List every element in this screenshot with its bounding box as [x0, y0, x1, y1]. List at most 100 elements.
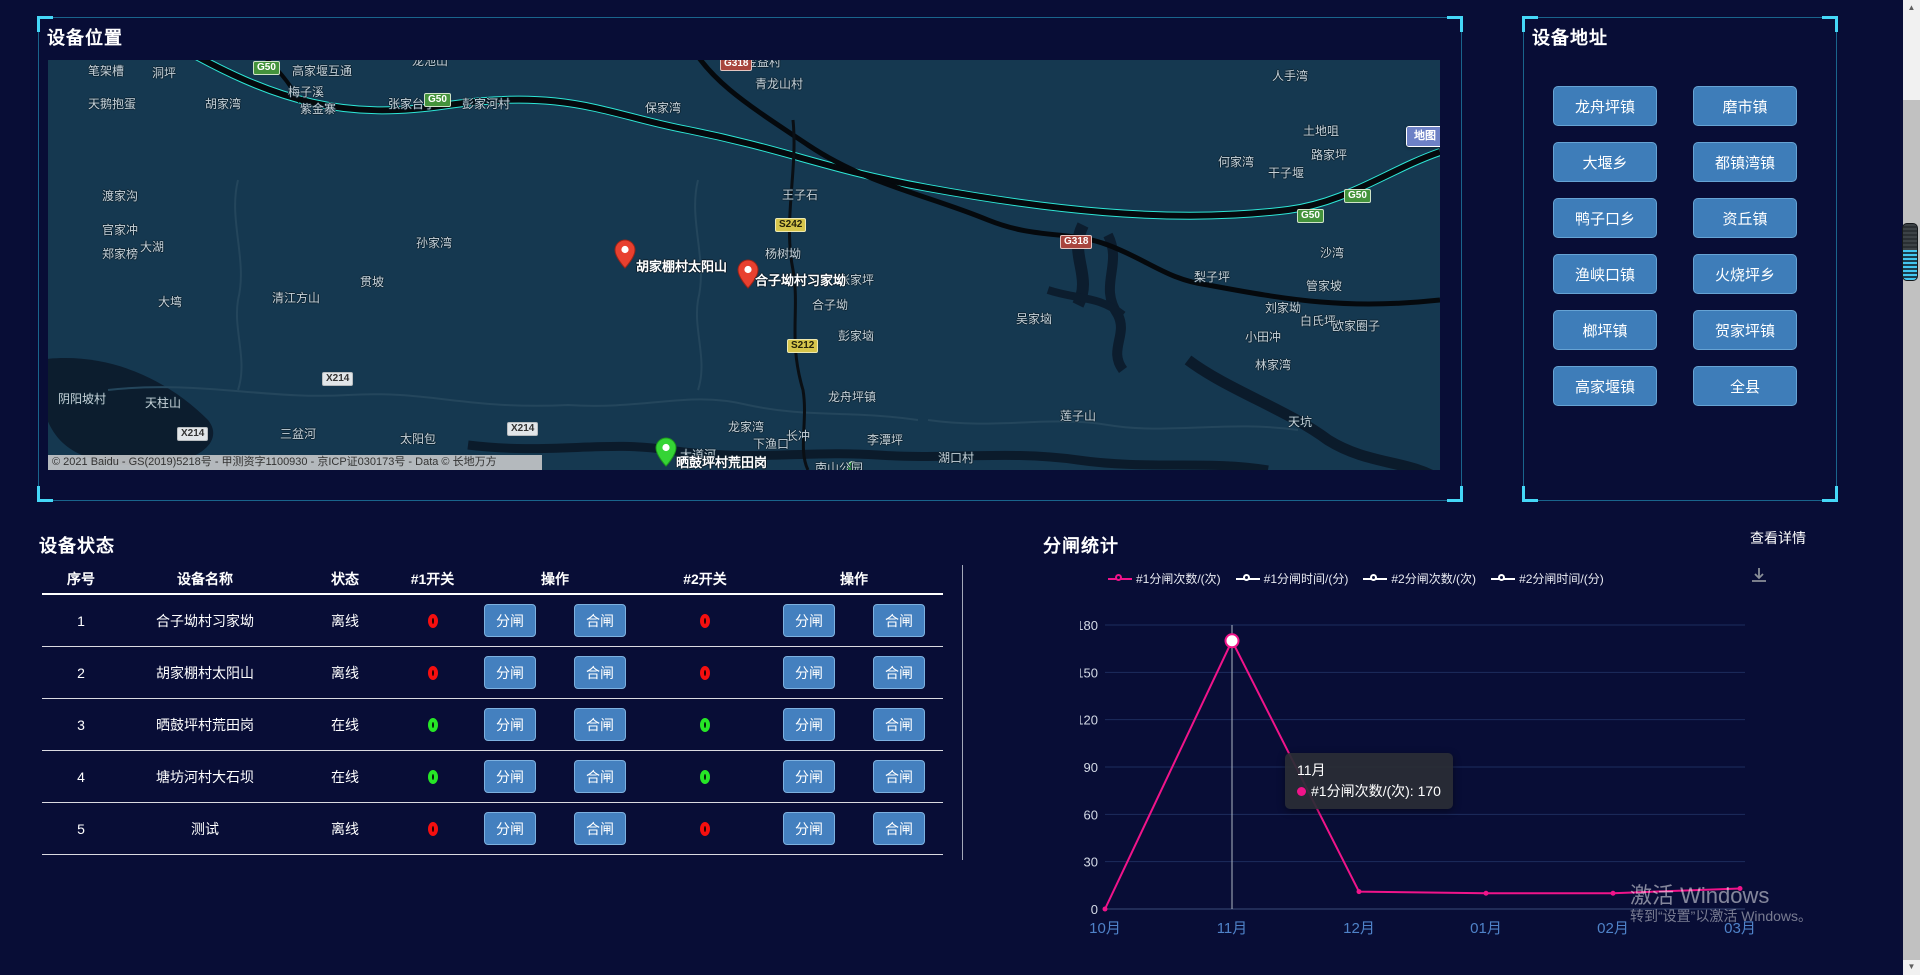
map-place-label: 高家堰互通 [292, 62, 352, 79]
map-place-label: 太阳包 [400, 430, 436, 447]
baidu-map[interactable]: 笔架槽洞坪天鹅抱蛋胡家湾高家堰互通梅子溪紫金寨龙池山张家台子彭家河村金益村青龙山… [48, 60, 1440, 470]
map-place-label: 青龙山村 [755, 75, 803, 92]
address-button-3[interactable]: 大堰乡 [1553, 142, 1657, 182]
switch2-indicator [700, 822, 710, 836]
close-switch1-button[interactable]: 合闸 [574, 656, 626, 689]
map-type-control: 地图 混合 [1406, 126, 1440, 147]
road-shield-badge: G318 [720, 60, 752, 71]
address-button-6[interactable]: 资丘镇 [1693, 198, 1797, 238]
map-pin-label: 晒鼓坪村荒田岗 [676, 452, 767, 470]
download-icon[interactable] [1750, 566, 1768, 589]
switch1-indicator [428, 614, 438, 628]
open-switch1-button[interactable]: 分闸 [484, 708, 536, 741]
road-shield-badge: X214 [322, 372, 353, 386]
corner-accent [1522, 486, 1538, 502]
map-place-label: 人手湾 [1272, 67, 1308, 84]
map-place-label: 笔架槽 [88, 62, 124, 79]
map-place-label: 郑家榜 [102, 245, 138, 262]
map-place-label: 林家湾 [1255, 356, 1291, 373]
device-name: 测试 [120, 819, 290, 839]
svg-text:01月: 01月 [1470, 920, 1502, 937]
close-switch1-button[interactable]: 合闸 [574, 760, 626, 793]
close-switch2-button[interactable]: 合闸 [873, 812, 925, 845]
row-index: 3 [42, 717, 120, 733]
table-header-cell: 操作 [765, 569, 943, 589]
map-place-label: 官家冲 [102, 221, 138, 238]
scroll-indicator-widget[interactable] [1902, 223, 1918, 281]
map-place-label: 欧家圈子 [1332, 317, 1380, 334]
map-pin-red[interactable] [614, 239, 636, 269]
open-switch2-button[interactable]: 分闸 [783, 760, 835, 793]
road-shield-badge: G50 [1297, 209, 1324, 223]
device-status: 离线 [290, 819, 400, 839]
map-type-map-button[interactable]: 地图 [1407, 127, 1440, 146]
switch2-indicator [700, 718, 710, 732]
open-switch2-button[interactable]: 分闸 [783, 604, 835, 637]
close-switch2-button[interactable]: 合闸 [873, 604, 925, 637]
close-switch2-button[interactable]: 合闸 [873, 708, 925, 741]
open-switch2-button[interactable]: 分闸 [783, 812, 835, 845]
road-shield-badge: G50 [253, 61, 280, 75]
map-place-label: 清江方山 [272, 289, 320, 306]
scrollbar-up-arrow[interactable]: ▲ [1903, 0, 1920, 16]
page-scrollbar[interactable]: ▲ ▼ [1903, 0, 1920, 975]
row-index: 2 [42, 665, 120, 681]
map-place-label: 龙池山 [412, 60, 448, 69]
address-button-7[interactable]: 渔峡口镇 [1553, 254, 1657, 294]
open-switch2-button[interactable]: 分闸 [783, 656, 835, 689]
address-button-12[interactable]: 全县 [1693, 366, 1797, 406]
table-row: 2胡家棚村太阳山离线分闸合闸分闸合闸 [42, 647, 943, 699]
open-switch2-button[interactable]: 分闸 [783, 708, 835, 741]
map-place-label: 长冲 [786, 427, 810, 444]
scrollbar-down-arrow[interactable]: ▼ [1903, 959, 1920, 975]
device-status-table: 序号设备名称状态#1开关操作#2开关操作 1合子坳村习家坳离线分闸合闸分闸合闸2… [42, 565, 943, 855]
view-details-link[interactable]: 查看详情 [1750, 528, 1806, 548]
address-button-1[interactable]: 龙舟坪镇 [1553, 86, 1657, 126]
address-button-8[interactable]: 火烧坪乡 [1693, 254, 1797, 294]
svg-text:150: 150 [1080, 665, 1098, 680]
svg-text:0: 0 [1091, 902, 1098, 917]
svg-text:30: 30 [1084, 855, 1098, 870]
table-row: 4塘坊河村大石坝在线分闸合闸分闸合闸 [42, 751, 943, 803]
open-switch1-button[interactable]: 分闸 [484, 812, 536, 845]
map-place-label: 管家坡 [1306, 277, 1342, 294]
address-button-5[interactable]: 鸭子口乡 [1553, 198, 1657, 238]
close-switch1-button[interactable]: 合闸 [574, 604, 626, 637]
close-switch1-button[interactable]: 合闸 [574, 812, 626, 845]
address-button-9[interactable]: 榔坪镇 [1553, 310, 1657, 350]
open-switch1-button[interactable]: 分闸 [484, 760, 536, 793]
table-body: 1合子坳村习家坳离线分闸合闸分闸合闸2胡家棚村太阳山离线分闸合闸分闸合闸3晒鼓坪… [42, 595, 943, 855]
legend-item[interactable]: #1分闸次数/(次) [1108, 570, 1221, 587]
svg-text:90: 90 [1084, 760, 1098, 775]
map-place-label: 梨子坪 [1194, 268, 1230, 285]
address-button-10[interactable]: 贺家坪镇 [1693, 310, 1797, 350]
close-switch1-button[interactable]: 合闸 [574, 708, 626, 741]
switch1-indicator [428, 822, 438, 836]
switch2-indicator [700, 770, 710, 784]
row-index: 4 [42, 769, 120, 785]
legend-item[interactable]: #2分闸次数/(次) [1363, 570, 1476, 587]
open-switch1-button[interactable]: 分闸 [484, 604, 536, 637]
svg-text:180: 180 [1080, 618, 1098, 633]
svg-text:02月: 02月 [1597, 920, 1629, 937]
close-switch2-button[interactable]: 合闸 [873, 656, 925, 689]
map-place-label: 杨树坳 [765, 245, 801, 262]
open-switch1-button[interactable]: 分闸 [484, 656, 536, 689]
map-place-label: 阴阳坡村 [58, 390, 106, 407]
device-name: 塘坊河村大石坝 [120, 767, 290, 787]
close-switch2-button[interactable]: 合闸 [873, 760, 925, 793]
legend-item[interactable]: #2分闸时间/(分) [1491, 570, 1604, 587]
device-status: 在线 [290, 715, 400, 735]
road-shield-badge: S212 [787, 339, 818, 353]
address-button-4[interactable]: 都镇湾镇 [1693, 142, 1797, 182]
corner-accent [1822, 16, 1838, 32]
map-place-label: 天鹅抱蛋 [88, 95, 136, 112]
address-button-11[interactable]: 高家堰镇 [1553, 366, 1657, 406]
map-pin-green[interactable] [655, 437, 677, 467]
dashboard: 设备位置 笔架槽洞坪天鹅抱蛋胡家湾高家堰互通梅子溪紫金寨龙池山张家台子彭家河村金… [0, 0, 1920, 975]
table-row: 5测试离线分闸合闸分闸合闸 [42, 803, 943, 855]
tooltip-value-text: #1分闸次数/(次): 170 [1311, 783, 1441, 799]
legend-item[interactable]: #1分闸时间/(分) [1236, 570, 1349, 587]
address-button-2[interactable]: 磨市镇 [1693, 86, 1797, 126]
map-place-label: 胡家湾 [205, 95, 241, 112]
